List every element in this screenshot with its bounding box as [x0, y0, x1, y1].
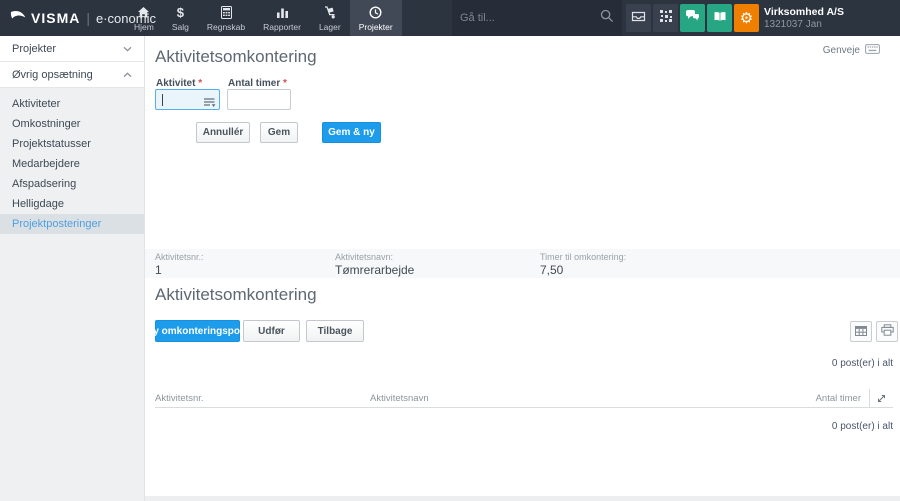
visma-swoosh-icon — [10, 9, 26, 27]
open-book-button[interactable] — [707, 4, 732, 32]
open-book-icon — [713, 9, 727, 27]
calculator-icon — [221, 6, 232, 20]
sidebar-item-omkostninger[interactable]: Omkostninger — [0, 114, 144, 134]
dollar-icon: $ — [177, 6, 184, 20]
chat-icon — [685, 9, 700, 27]
printer-icon — [881, 323, 894, 341]
inbox-icon — [631, 9, 646, 27]
company-number: 1321037 Jan — [764, 19, 844, 32]
cancel-button[interactable]: Annullér — [196, 122, 250, 143]
column-aktivitetsnavn[interactable]: Aktivitetsnavn — [370, 393, 429, 404]
page-title: Aktivitetsomkontering — [155, 47, 317, 67]
company-selector[interactable]: Virksomhed A/S 1321037 Jan — [764, 6, 844, 32]
inbox-button[interactable] — [626, 4, 651, 32]
chevron-up-icon — [123, 69, 132, 81]
gear-icon: ⚙ — [740, 11, 753, 26]
bar-chart-icon — [276, 6, 289, 20]
sidebar-item-aktiviteter[interactable]: Aktiviteter — [0, 94, 144, 114]
company-name: Virksomhed A/S — [764, 6, 844, 19]
chevron-down-icon — [123, 43, 132, 55]
nav-tab-salg[interactable]: $ Salg — [163, 0, 198, 36]
home-icon — [137, 6, 150, 20]
hand-truck-icon — [323, 6, 336, 20]
sidebar: Projekter Øvrig opsætning Aktiviteter Om… — [0, 36, 145, 501]
activity-summary-band: Aktivitetsnr.: 1 Aktivitetsnavn: Tømrera… — [145, 249, 900, 278]
sidebar-item-projektstatusser[interactable]: Projektstatusser — [0, 134, 144, 154]
nav-tab-lager[interactable]: Lager — [310, 0, 350, 36]
sidebar-item-afspadsering[interactable]: Afspadsering — [0, 174, 144, 194]
sidebar-item-projektposteringer[interactable]: Projektposteringer — [0, 214, 144, 234]
clock-icon — [369, 6, 382, 20]
column-aktivitetsnr[interactable]: Aktivitetsnr. — [155, 393, 204, 404]
required-mark: * — [198, 78, 202, 89]
brand-separator: | — [86, 10, 90, 26]
save-button[interactable]: Gem — [260, 122, 298, 143]
list-section-title: Aktivitetsomkontering — [155, 285, 317, 305]
expand-table-button[interactable] — [869, 389, 893, 408]
bottom-scroll-track — [145, 496, 900, 501]
global-search — [452, 0, 622, 36]
settings-button[interactable]: ⚙ — [734, 4, 759, 32]
back-button[interactable]: Tilbage — [306, 320, 364, 342]
sidebar-item-helligdage[interactable]: Helligdage — [0, 194, 144, 214]
table-header: Aktivitetsnr. Aktivitetsnavn Antal timer — [155, 391, 893, 408]
aktivitet-label: Aktivitet * — [156, 78, 202, 89]
text-caret — [162, 94, 163, 106]
required-mark: * — [283, 78, 287, 89]
save-and-new-button[interactable]: Gem & ny — [322, 122, 381, 143]
top-navbar: VISMA | e·conomic Hjem $ Salg Regnskab — [0, 0, 900, 36]
summary-aktivitetsnavn: Aktivitetsnavn: Tømrerarbejde — [335, 252, 414, 277]
column-settings-button[interactable] — [850, 321, 872, 342]
print-button[interactable] — [876, 321, 898, 342]
sidebar-section-projekter[interactable]: Projekter — [0, 36, 144, 62]
search-icon[interactable] — [600, 9, 614, 28]
sidebar-item-medarbejdere[interactable]: Medarbejdere — [0, 154, 144, 174]
apps-grid-icon — [659, 9, 673, 28]
antal-timer-label: Antal timer * — [228, 78, 287, 89]
nav-tab-rapporter[interactable]: Rapporter — [254, 0, 310, 36]
nav-tab-regnskab[interactable]: Regnskab — [198, 0, 254, 36]
shortcuts-label: Genveje — [823, 45, 860, 56]
topbar-icon-buttons: ⚙ — [626, 4, 759, 32]
record-count-top: 0 post(er) i alt — [832, 358, 893, 369]
execute-button[interactable]: Udfør — [243, 320, 300, 342]
nav-tab-projekter[interactable]: Projekter — [350, 0, 402, 36]
sidebar-section-ovrig-opsaetning[interactable]: Øvrig opsætning — [0, 62, 144, 88]
new-reposting-button[interactable]: Ny omkonteringspost — [155, 320, 240, 342]
main-navigation: Hjem $ Salg Regnskab Rapporter — [125, 0, 402, 36]
column-antal-timer[interactable]: Antal timer — [816, 393, 861, 404]
summary-timer-til-omkontering: Timer til omkontering: 7,50 — [540, 252, 626, 277]
nav-tab-hjem[interactable]: Hjem — [125, 0, 163, 36]
table-grid-icon — [855, 323, 867, 341]
summary-aktivitetsnr: Aktivitetsnr.: 1 — [155, 252, 204, 277]
brand-company: VISMA — [31, 10, 80, 26]
expand-arrows-icon — [877, 390, 886, 408]
apps-grid-button[interactable] — [653, 4, 678, 32]
sidebar-item-list: Aktiviteter Omkostninger Projektstatusse… — [0, 88, 144, 234]
main-content: Genveje Aktivitetsomkontering Aktivitet … — [145, 36, 900, 501]
lookup-list-icon[interactable] — [204, 95, 216, 113]
antal-timer-input[interactable] — [227, 89, 291, 110]
search-input[interactable] — [460, 12, 600, 24]
chat-button[interactable] — [680, 4, 705, 32]
shortcuts-link[interactable]: Genveje — [823, 44, 880, 57]
record-count-bottom: 0 post(er) i alt — [832, 421, 893, 432]
keyboard-icon — [865, 44, 880, 57]
app-window: VISMA | e·conomic Hjem $ Salg Regnskab — [0, 0, 900, 501]
aktivitet-input[interactable] — [155, 89, 220, 110]
